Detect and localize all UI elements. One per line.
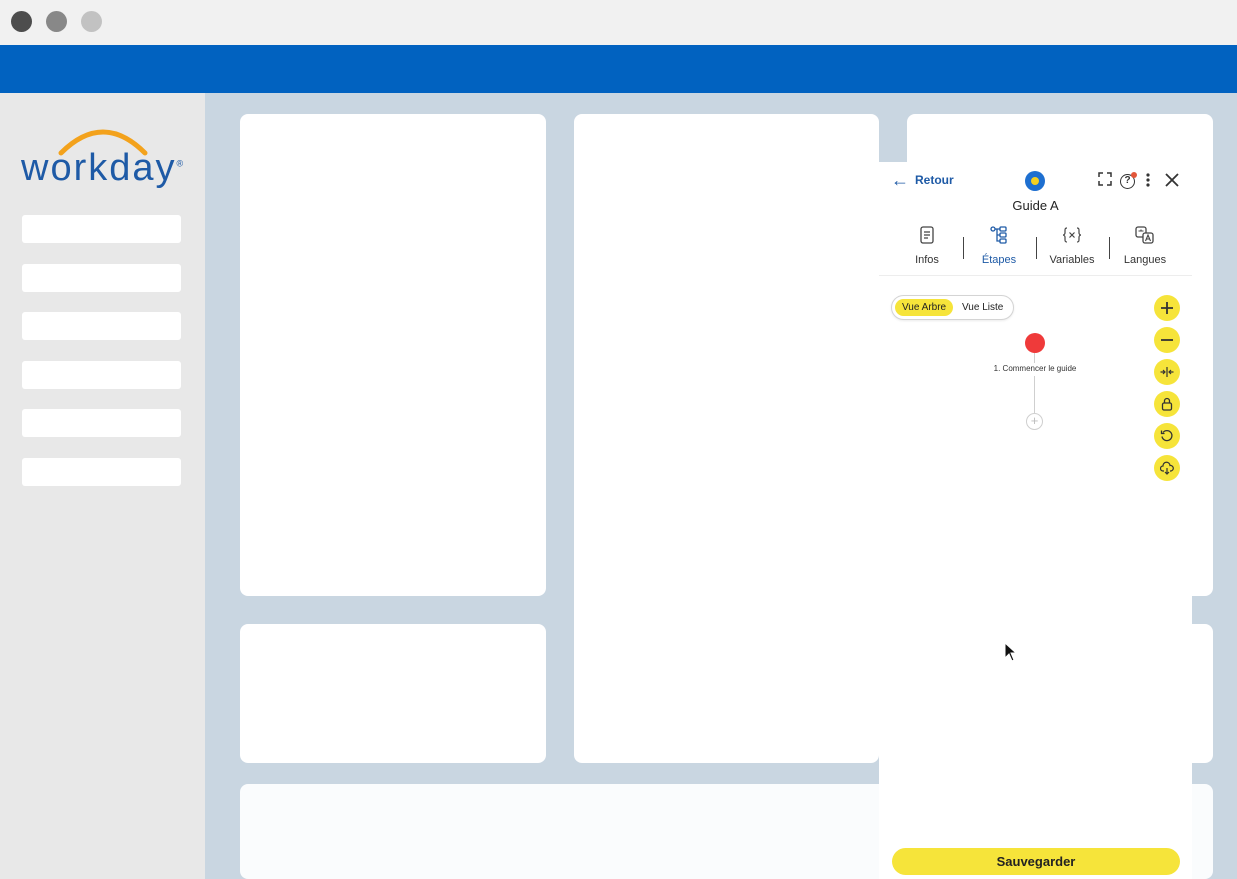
tab-langues[interactable]: Langues	[1110, 226, 1180, 266]
tab-label: Étapes	[981, 254, 1017, 266]
window-minimize-button[interactable]	[46, 11, 67, 32]
zoom-out-icon	[1161, 339, 1173, 341]
back-button[interactable]: ← Retour	[891, 170, 954, 190]
add-step-button[interactable]: +	[1026, 413, 1043, 430]
tab-label: Infos	[915, 254, 939, 266]
back-label: Retour	[915, 173, 954, 187]
view-toggle: Vue Arbre Vue Liste	[891, 295, 1014, 320]
tab-etapes[interactable]: Étapes	[964, 226, 1034, 266]
zoom-out-button[interactable]	[1154, 327, 1180, 353]
save-button[interactable]: Sauvegarder	[892, 848, 1180, 875]
tree-connector	[1034, 376, 1035, 413]
guide-title: Guide A	[1012, 198, 1059, 213]
lock-icon	[1161, 397, 1173, 411]
sidebar-item[interactable]	[22, 215, 181, 243]
tab-label: Variables	[1049, 254, 1095, 266]
window-zoom-button[interactable]	[81, 11, 102, 32]
tree-connector	[1034, 353, 1035, 363]
expand-icon[interactable]	[1098, 172, 1112, 191]
reset-icon	[1160, 430, 1173, 442]
logo-wordmark: workday®	[21, 147, 184, 189]
sidebar-item[interactable]	[22, 458, 181, 486]
download-button[interactable]	[1154, 455, 1180, 481]
window-titlebar	[0, 0, 1237, 45]
dashboard-card	[240, 624, 546, 763]
zoom-in-icon	[1161, 302, 1173, 314]
more-options-icon[interactable]	[1145, 172, 1151, 193]
guide-editor-panel: ← Retour Guide A ? Infos Étapes Variable…	[879, 162, 1192, 879]
arrow-left-icon: ←	[891, 170, 909, 190]
panel-tabs: Infos Étapes Variables Langues	[879, 226, 1192, 276]
zoom-in-button[interactable]	[1154, 295, 1180, 321]
tree-icon	[964, 226, 1034, 248]
collapse-icon	[1160, 367, 1174, 377]
help-icon[interactable]: ?	[1120, 172, 1137, 189]
document-icon	[892, 226, 962, 248]
reset-button[interactable]	[1154, 423, 1180, 449]
close-icon[interactable]	[1164, 172, 1180, 193]
collapse-button[interactable]	[1154, 359, 1180, 385]
tab-variables[interactable]: Variables	[1037, 226, 1107, 266]
tree-view-option[interactable]: Vue Arbre	[895, 299, 954, 316]
lock-button[interactable]	[1154, 391, 1180, 417]
dashboard-card	[240, 114, 546, 596]
window-close-button[interactable]	[11, 11, 32, 32]
tab-infos[interactable]: Infos	[892, 226, 962, 266]
cloud-download-icon	[1160, 461, 1174, 475]
list-view-option[interactable]: Vue Liste	[955, 299, 1010, 316]
start-step-node[interactable]	[1025, 333, 1045, 353]
sidebar-item[interactable]	[22, 312, 181, 340]
guide-badge-icon	[1025, 171, 1045, 191]
sidebar: workday®	[0, 93, 205, 879]
dashboard-card	[574, 114, 879, 763]
start-step-label[interactable]: 1. Commencer le guide	[955, 364, 1115, 373]
mouse-cursor-icon	[1004, 642, 1018, 662]
sidebar-item[interactable]	[22, 264, 181, 292]
workday-logo[interactable]: workday®	[21, 123, 186, 193]
sidebar-item[interactable]	[22, 361, 181, 389]
sidebar-item[interactable]	[22, 409, 181, 437]
translate-icon	[1110, 226, 1180, 248]
variables-icon	[1037, 226, 1107, 248]
app-header-bar	[0, 45, 1237, 93]
tab-label: Langues	[1123, 254, 1167, 266]
